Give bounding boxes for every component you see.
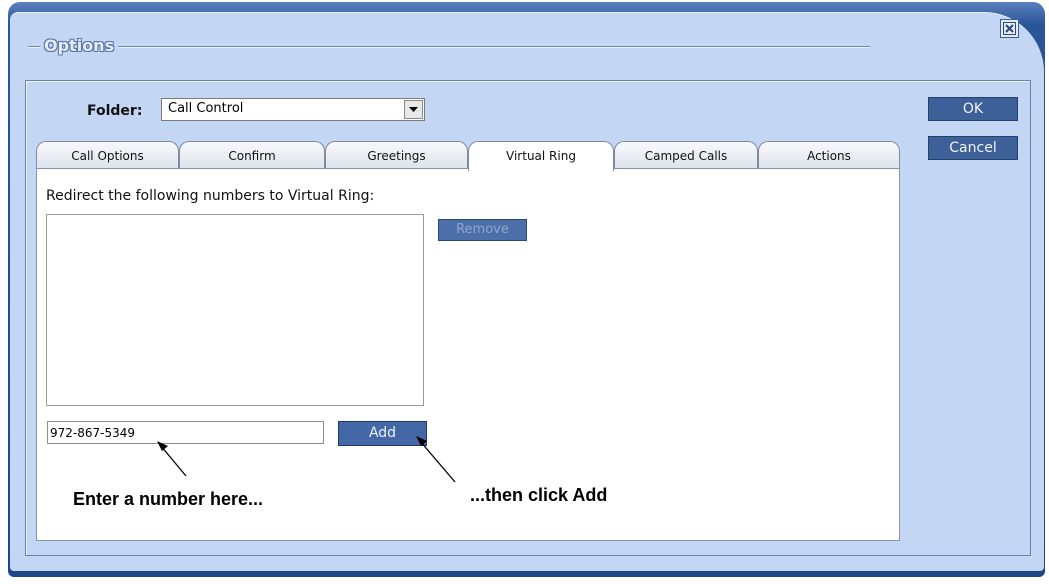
arrow-to-input xyxy=(157,441,187,477)
arrow-to-add-button xyxy=(416,436,456,483)
annotation-enter-number: Enter a number here... xyxy=(73,489,264,509)
annotation-click-add: ...then click Add xyxy=(470,485,608,505)
